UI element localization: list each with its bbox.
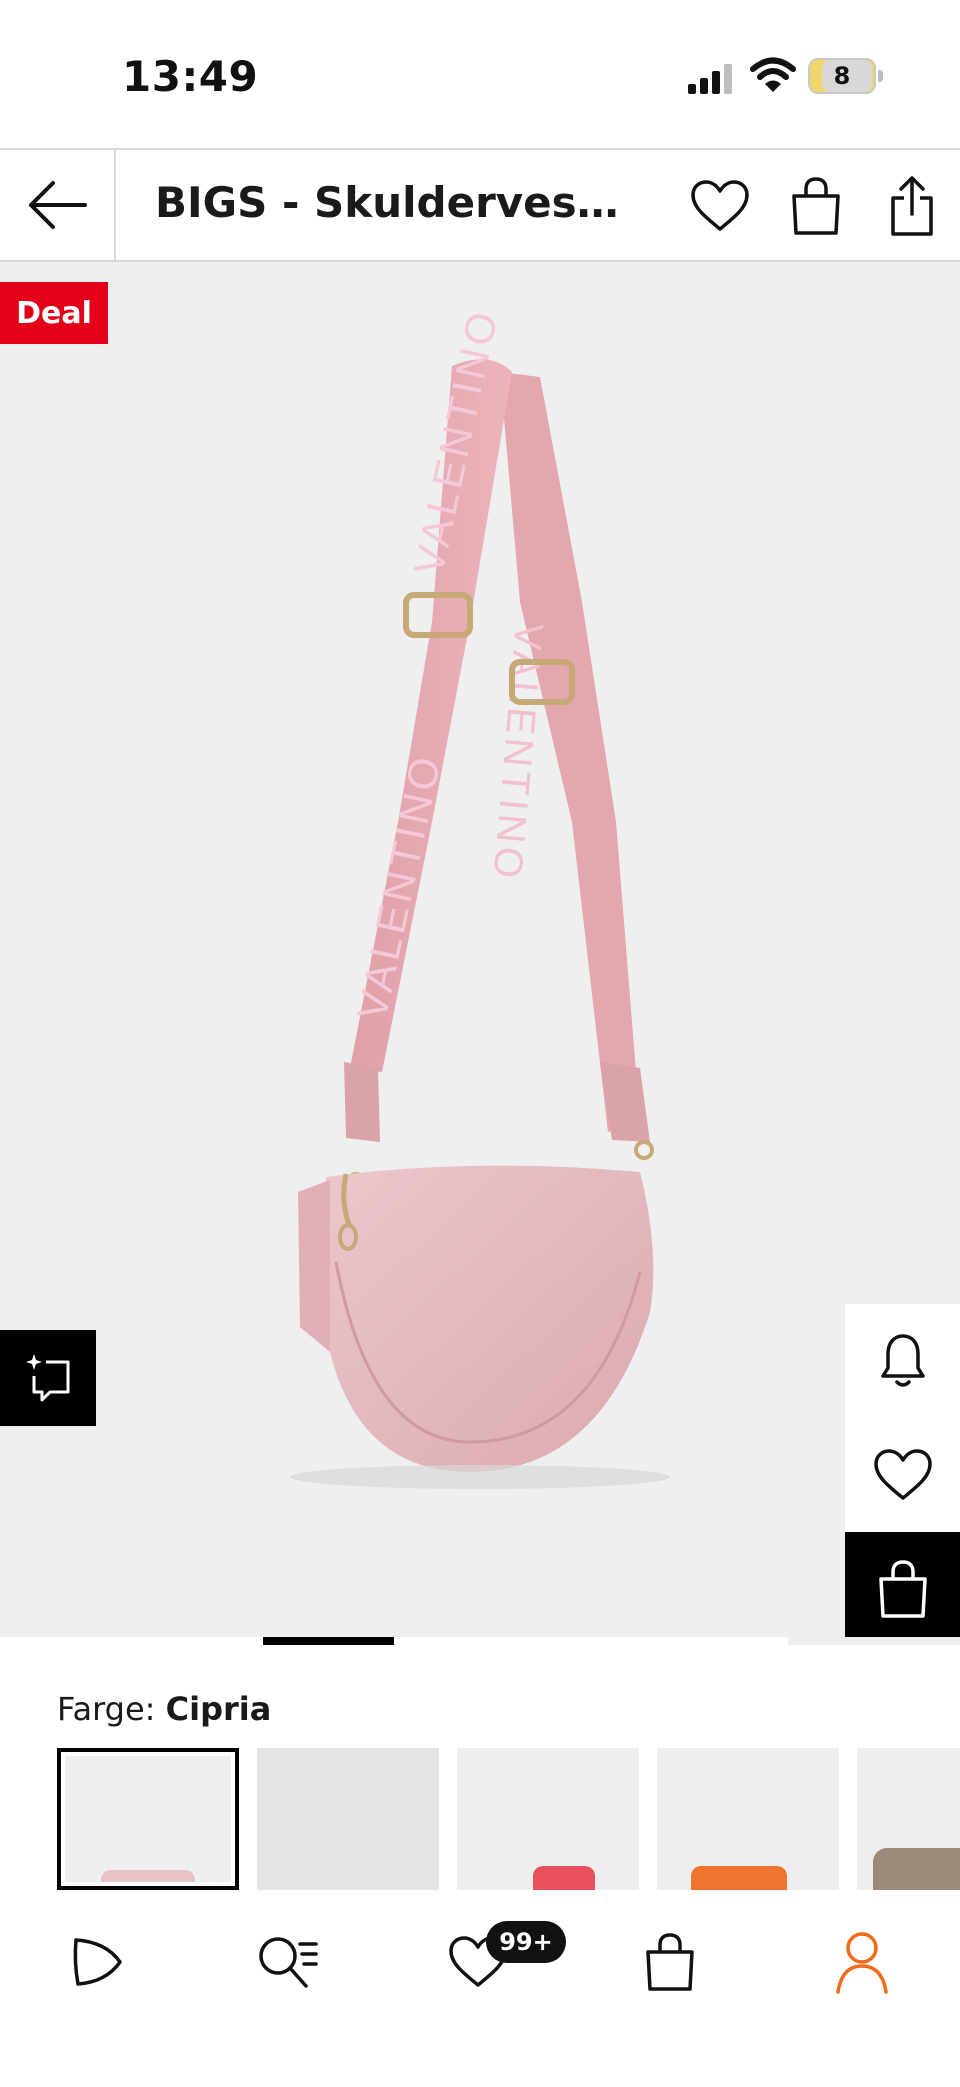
gallery-progress-track: [0, 1637, 788, 1645]
side-action-bar: [845, 1304, 960, 1640]
nav-home[interactable]: [48, 1914, 144, 2010]
find-similar-button[interactable]: [0, 1330, 96, 1426]
battery-tip: [878, 70, 883, 82]
wishlist-button[interactable]: [688, 174, 752, 238]
notify-button[interactable]: [845, 1304, 960, 1418]
nav-profile[interactable]: [814, 1914, 910, 2010]
status-bar: 13:49 8: [0, 0, 960, 148]
color-label: Farge: Cipria: [57, 1690, 271, 1728]
bottom-navigation: 99+: [0, 1890, 960, 2087]
color-swatch-cipria[interactable]: [57, 1748, 239, 1890]
cellular-signal-icon: [688, 64, 732, 94]
swatch-bag-image: [533, 1866, 595, 1890]
strap-print-lower: VALENTINO: [348, 749, 450, 1024]
shopping-bag-icon: [878, 1560, 927, 1618]
profile-icon: [836, 1932, 888, 1994]
back-button[interactable]: [0, 150, 116, 260]
bell-icon: [880, 1334, 925, 1387]
nav-bag[interactable]: [622, 1914, 718, 2010]
play-home-icon: [73, 1938, 122, 1986]
add-to-bag-button[interactable]: [845, 1532, 960, 1640]
product-image-gallery[interactable]: VALENTINO VALENTINO VALENTINO Deal: [0, 262, 960, 1640]
swatch-bag-image: [873, 1848, 960, 1890]
color-swatch[interactable]: [457, 1748, 639, 1890]
swatch-bag-image: [101, 1870, 195, 1886]
color-swatch-list: [57, 1748, 960, 1890]
selected-color-name: Cipria: [165, 1690, 272, 1728]
color-label-prefix: Farge:: [57, 1690, 166, 1728]
battery-level: 8: [833, 62, 851, 90]
color-swatch[interactable]: [257, 1748, 439, 1890]
side-wishlist-button[interactable]: [845, 1418, 960, 1532]
gallery-progress: [0, 1637, 960, 1645]
visual-search-icon: [26, 1354, 70, 1402]
deal-badge: Deal: [0, 282, 108, 344]
heart-icon: [873, 1449, 932, 1500]
share-button[interactable]: [880, 174, 944, 238]
swatch-bag-image: [691, 1866, 787, 1890]
status-time: 13:49: [122, 52, 259, 101]
wishlist-count-badge: 99+: [486, 1921, 566, 1963]
page-title: BIGS - Skulderveske...: [155, 178, 635, 227]
color-swatch[interactable]: [857, 1748, 960, 1890]
gallery-progress-indicator: [263, 1637, 394, 1645]
shopping-bag-icon: [646, 1933, 694, 1991]
search-icon: [259, 1937, 318, 1988]
shopping-bag-icon: [792, 177, 840, 235]
arrow-left-icon: [29, 181, 87, 229]
wifi-icon: [750, 57, 796, 92]
product-header: BIGS - Skulderveske...: [0, 148, 960, 262]
color-swatch[interactable]: [657, 1748, 839, 1890]
battery-icon: 8: [808, 58, 876, 94]
cart-button[interactable]: [784, 174, 848, 238]
heart-icon: [691, 180, 749, 231]
product-photo: VALENTINO VALENTINO VALENTINO: [290, 304, 670, 1489]
share-icon: [891, 176, 933, 236]
nav-search[interactable]: [240, 1914, 336, 2010]
